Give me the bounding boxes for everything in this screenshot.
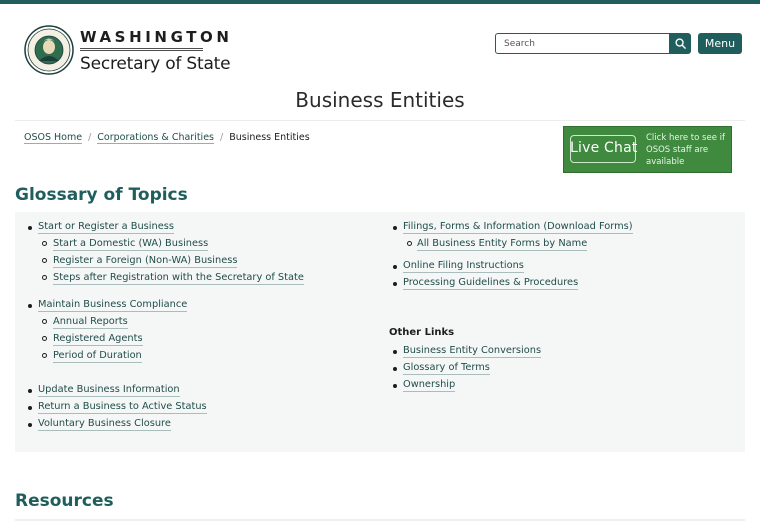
bullet bbox=[393, 350, 397, 354]
link-steps-after-registration[interactable]: Steps after Registration with the Secret… bbox=[53, 272, 304, 285]
bullet bbox=[28, 226, 32, 230]
link-return-to-active[interactable]: Return a Business to Active Status bbox=[38, 401, 207, 414]
resources-heading: Resources bbox=[15, 491, 114, 511]
link-all-forms-by-name[interactable]: All Business Entity Forms by Name bbox=[417, 238, 588, 251]
link-update-business-info[interactable]: Update Business Information bbox=[38, 384, 180, 397]
bullet bbox=[393, 367, 397, 371]
search-input[interactable] bbox=[495, 33, 670, 54]
bullet bbox=[393, 384, 397, 388]
bullet bbox=[28, 423, 32, 427]
live-chat-text: Click here to see if OSOS staff are avai… bbox=[646, 133, 725, 167]
sub-bullet bbox=[42, 241, 47, 246]
sub-bullet bbox=[42, 258, 47, 263]
sub-bullet bbox=[42, 319, 47, 324]
link-start-domestic[interactable]: Start a Domestic (WA) Business bbox=[53, 238, 209, 251]
title-divider bbox=[15, 120, 745, 121]
bullet bbox=[28, 389, 32, 393]
sub-bullet bbox=[42, 353, 47, 358]
breadcrumb-current: Business Entities bbox=[229, 132, 310, 143]
search-button[interactable] bbox=[669, 33, 691, 54]
sub-bullet bbox=[42, 336, 47, 341]
link-maintain-compliance[interactable]: Maintain Business Compliance bbox=[38, 299, 188, 312]
breadcrumb-link-corporations-charities[interactable]: Corporations & Charities bbox=[97, 132, 214, 144]
link-start-or-register[interactable]: Start or Register a Business bbox=[38, 221, 174, 234]
link-entity-conversions[interactable]: Business Entity Conversions bbox=[403, 345, 542, 358]
breadcrumb-link-osos-home[interactable]: OSOS Home bbox=[24, 132, 83, 144]
brand-divider bbox=[80, 48, 203, 51]
link-register-foreign[interactable]: Register a Foreign (Non-WA) Business bbox=[53, 255, 238, 268]
search-icon bbox=[674, 38, 686, 49]
link-online-filing[interactable]: Online Filing Instructions bbox=[403, 260, 524, 273]
link-period-of-duration[interactable]: Period of Duration bbox=[53, 350, 142, 363]
brand-subtitle[interactable]: Secretary of State bbox=[80, 54, 231, 74]
sub-bullet bbox=[407, 241, 412, 246]
breadcrumb-separator: / bbox=[220, 132, 224, 143]
sub-bullet bbox=[42, 275, 47, 280]
menu-button[interactable]: Menu bbox=[698, 33, 742, 54]
live-chat-button[interactable]: Live Chat Click here to see if OSOS staf… bbox=[563, 126, 732, 173]
bullet bbox=[393, 226, 397, 230]
page-title: Business Entities bbox=[295, 88, 465, 112]
bullet bbox=[393, 265, 397, 269]
live-chat-title: Live Chat bbox=[570, 140, 638, 156]
top-accent-bar bbox=[0, 0, 760, 4]
breadcrumb-separator: / bbox=[88, 132, 92, 143]
bullet bbox=[28, 406, 32, 410]
bullet bbox=[28, 304, 32, 308]
link-ownership[interactable]: Ownership bbox=[403, 379, 456, 392]
breadcrumb: OSOS Home / Corporations & Charities / Busin… bbox=[24, 132, 310, 144]
link-annual-reports[interactable]: Annual Reports bbox=[53, 316, 128, 329]
other-links-heading: Other Links bbox=[389, 327, 455, 338]
brand-title[interactable]: WASHINGTON bbox=[80, 28, 233, 46]
glossary-heading: Glossary of Topics bbox=[15, 185, 188, 205]
state-seal-logo[interactable] bbox=[24, 25, 74, 75]
link-registered-agents[interactable]: Registered Agents bbox=[53, 333, 143, 346]
link-filings-forms[interactable]: Filings, Forms & Information (Download F… bbox=[403, 221, 633, 234]
bullet bbox=[393, 282, 397, 286]
link-processing-guidelines[interactable]: Processing Guidelines & Procedures bbox=[403, 277, 579, 290]
link-glossary-of-terms[interactable]: Glossary of Terms bbox=[403, 362, 490, 375]
link-voluntary-closure[interactable]: Voluntary Business Closure bbox=[38, 418, 171, 431]
